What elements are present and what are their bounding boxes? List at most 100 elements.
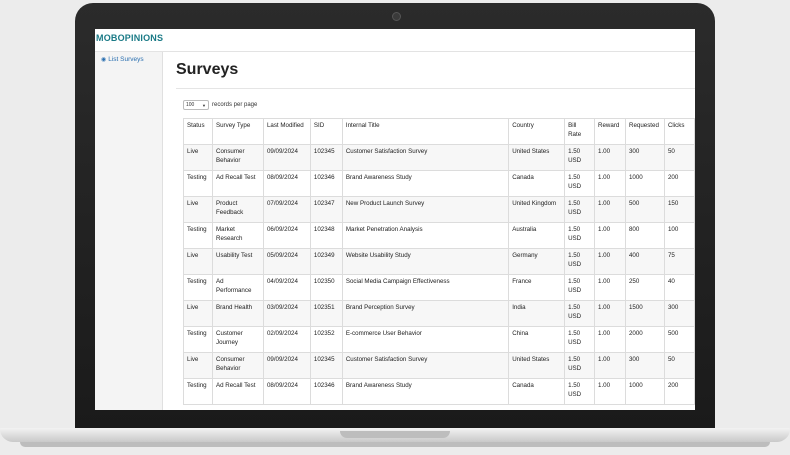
- table-cell: 102352: [309, 326, 343, 353]
- table-cell: Market Research: [211, 222, 264, 249]
- table-cell: United States: [508, 144, 566, 171]
- table-cell: 06/09/2024: [262, 222, 311, 249]
- page-size-select[interactable]: 100 ▼: [183, 100, 209, 110]
- table-cell: 1.50 USD: [564, 274, 595, 301]
- table-cell: 09/09/2024: [262, 352, 311, 379]
- table-cell: 200: [663, 378, 695, 405]
- column-header[interactable]: Requested: [624, 118, 665, 145]
- table-cell: 102346: [309, 378, 343, 405]
- table-cell: 1500: [624, 300, 665, 327]
- column-header[interactable]: Internal Title: [341, 118, 510, 145]
- table-cell: 1.00: [594, 378, 626, 405]
- column-header[interactable]: Bill Rate: [564, 118, 595, 145]
- table-row[interactable]: Live Brand Health 03/09/2024 102351 Brand Pe…: [183, 300, 695, 327]
- brand-logo[interactable]: MOBOPINIONS: [96, 33, 163, 43]
- table-row[interactable]: Testing Ad Recall Test 08/09/2024 102346 Bra…: [183, 378, 695, 405]
- table-cell: India: [508, 300, 566, 327]
- table-cell: 1.00: [594, 222, 626, 249]
- table-cell: United Kingdom: [508, 196, 566, 223]
- laptop-notch: [340, 431, 450, 438]
- table-cell: Social Media Campaign Effectiveness: [341, 274, 510, 301]
- table-cell: 1000: [624, 170, 665, 197]
- table-row[interactable]: Live Product Feedback 07/09/2024 102347 New …: [183, 196, 695, 223]
- table-cell: 09/09/2024: [262, 144, 311, 171]
- table-cell: 05/09/2024: [262, 248, 311, 275]
- column-header[interactable]: Survey Type: [211, 118, 264, 145]
- table-cell: 1.50 USD: [564, 352, 595, 379]
- table-cell: Customer Satisfaction Survey: [341, 352, 510, 379]
- page-size-control: 100 ▼ records per page: [183, 100, 257, 110]
- top-navbar: MOBOPINIONS: [95, 29, 695, 52]
- table-cell: 1.00: [594, 170, 626, 197]
- table-body: Live Consumer Behavior 09/09/2024 102345 Cus…: [183, 144, 695, 405]
- table-cell: 1.00: [594, 326, 626, 353]
- table-cell: Testing: [183, 378, 213, 405]
- table-cell: 300: [624, 352, 665, 379]
- column-header[interactable]: Status: [183, 118, 213, 145]
- table-cell: 40: [663, 274, 695, 301]
- table-cell: 1.50 USD: [564, 378, 595, 405]
- table-cell: Testing: [183, 170, 213, 197]
- table-cell: Testing: [183, 222, 213, 249]
- table-cell: Live: [183, 196, 213, 223]
- table-cell: China: [508, 326, 566, 353]
- sidebar-item-list-surveys[interactable]: ◉ List Surveys: [101, 56, 144, 63]
- column-header[interactable]: SID: [309, 118, 343, 145]
- table-cell: Brand Health: [211, 300, 264, 327]
- table-cell: Customer Satisfaction Survey: [341, 144, 510, 171]
- table-cell: Live: [183, 248, 213, 275]
- table-cell: Canada: [508, 170, 566, 197]
- table-row[interactable]: Testing Ad Performance 04/09/2024 102350 Soc…: [183, 274, 695, 301]
- table-cell: 1.00: [594, 248, 626, 275]
- table-cell: Consumer Behavior: [211, 352, 264, 379]
- table-cell: 300: [663, 300, 695, 327]
- table-cell: 03/09/2024: [262, 300, 311, 327]
- table-cell: Ad Recall Test: [211, 170, 264, 197]
- table-cell: 1.50 USD: [564, 144, 595, 171]
- column-header[interactable]: Country: [508, 118, 566, 145]
- table-row[interactable]: Testing Customer Journey 02/09/2024 102352 E…: [183, 326, 695, 353]
- table-cell: 800: [624, 222, 665, 249]
- table-cell: Usability Test: [211, 248, 264, 275]
- table-cell: 08/09/2024: [262, 378, 311, 405]
- table-cell: Testing: [183, 274, 213, 301]
- column-header[interactable]: Last Modified: [262, 118, 311, 145]
- table-cell: Product Feedback: [211, 196, 264, 223]
- table-cell: 1.00: [594, 144, 626, 171]
- table-row[interactable]: Live Consumer Behavior 09/09/2024 102345 Cus…: [183, 352, 695, 379]
- table-cell: France: [508, 274, 566, 301]
- table-cell: 1.50 USD: [564, 300, 595, 327]
- page-size-value: 100: [186, 102, 195, 108]
- column-header[interactable]: Clicks: [663, 118, 695, 145]
- table-cell: 1.50 USD: [564, 326, 595, 353]
- table-cell: 1.50 USD: [564, 248, 595, 275]
- table-cell: Live: [183, 352, 213, 379]
- table-cell: 102345: [309, 144, 343, 171]
- table-cell: 102349: [309, 248, 343, 275]
- table-cell: Ad Recall Test: [211, 378, 264, 405]
- table-cell: Brand Perception Survey: [341, 300, 510, 327]
- table-cell: Customer Journey: [211, 326, 264, 353]
- table-cell: Brand Awareness Study: [341, 378, 510, 405]
- table-cell: 102345: [309, 352, 343, 379]
- table-cell: Canada: [508, 378, 566, 405]
- table-cell: 1.00: [594, 300, 626, 327]
- table-cell: 1000: [624, 378, 665, 405]
- table-cell: Market Penetration Analysis: [341, 222, 510, 249]
- table-cell: 102351: [309, 300, 343, 327]
- table-cell: Brand Awareness Study: [341, 170, 510, 197]
- column-header[interactable]: Reward: [594, 118, 626, 145]
- table-cell: 150: [663, 196, 695, 223]
- table-cell: Live: [183, 144, 213, 171]
- table-cell: E-commerce User Behavior: [341, 326, 510, 353]
- table-cell: 50: [663, 144, 695, 171]
- table-cell: 200: [663, 170, 695, 197]
- laptop-screen: MOBOPINIONS ◉ List Surveys Surveys 100 ▼…: [95, 29, 695, 410]
- table-row[interactable]: Testing Ad Recall Test 08/09/2024 102346 Bra…: [183, 170, 695, 197]
- table-row[interactable]: Live Consumer Behavior 09/09/2024 102345 Cus…: [183, 144, 695, 171]
- table-cell: 75: [663, 248, 695, 275]
- chevron-down-icon: ▼: [202, 102, 206, 108]
- table-cell: Australia: [508, 222, 566, 249]
- table-row[interactable]: Testing Market Research 06/09/2024 102348 Ma…: [183, 222, 695, 249]
- table-row[interactable]: Live Usability Test 05/09/2024 102349 Websit…: [183, 248, 695, 275]
